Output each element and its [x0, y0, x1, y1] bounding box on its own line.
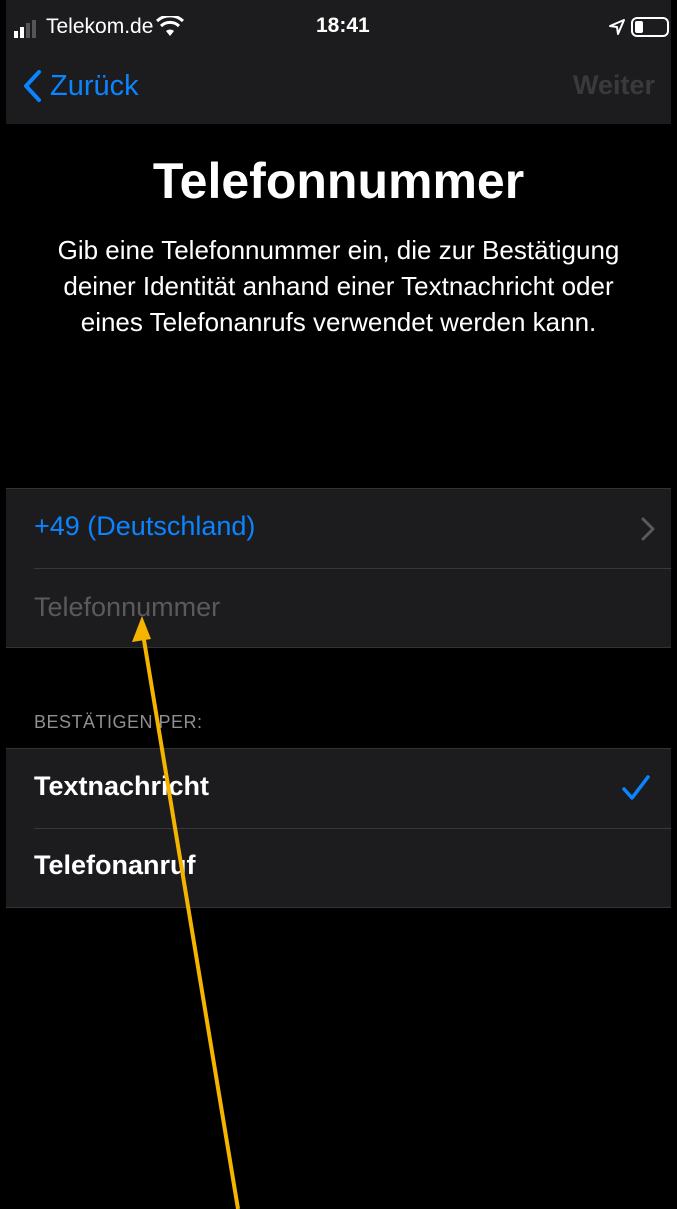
status-time: 18:41: [316, 14, 370, 37]
phone-number-input[interactable]: [34, 586, 594, 628]
country-selector[interactable]: +49 (Deutschland): [6, 489, 671, 568]
back-label: Zurück: [50, 69, 139, 102]
location-icon: [609, 19, 625, 35]
option-text-message[interactable]: Textnachricht: [6, 749, 671, 828]
verify-options-group: Textnachricht Telefonanruf: [6, 748, 671, 908]
chevron-right-icon: [641, 517, 655, 541]
chevron-left-icon: [24, 70, 41, 102]
battery-icon: [631, 17, 669, 37]
option-phone-call[interactable]: Telefonanruf: [6, 828, 671, 907]
page-description: Gib eine Telefonnummer ein, die zur Best…: [57, 235, 620, 337]
phone-number-row: [6, 568, 671, 647]
status-bar: Telekom.de 18:41: [6, 0, 671, 52]
screen: Telekom.de 18:41 Zurück Weiter Telefonnu…: [6, 0, 671, 1209]
wifi-icon: [156, 16, 184, 36]
signal-icon: [14, 20, 36, 38]
checkmark-icon: [622, 775, 650, 800]
country-code-label: +49 (Deutschland): [34, 511, 256, 541]
carrier-label: Telekom.de: [46, 15, 154, 38]
navigation-bar: Zurück Weiter: [6, 52, 671, 124]
next-button[interactable]: Weiter: [573, 70, 655, 101]
option-label: Telefonanruf: [34, 850, 196, 880]
back-button[interactable]: Zurück: [22, 64, 139, 108]
phone-number-group: +49 (Deutschland): [6, 488, 671, 648]
page-title: Telefonnummer: [152, 153, 525, 209]
verify-section-header: BESTÄTIGEN PER:: [34, 712, 203, 732]
option-label: Textnachricht: [34, 771, 210, 801]
